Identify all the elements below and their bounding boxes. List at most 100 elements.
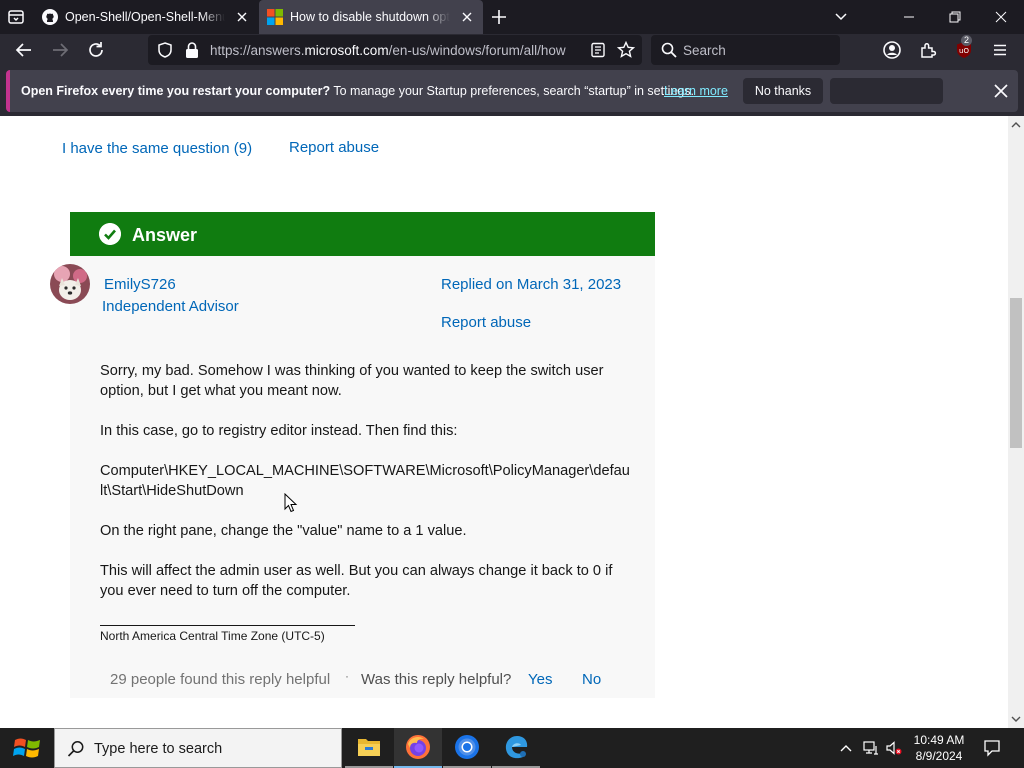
reload-icon[interactable] xyxy=(86,40,106,60)
notification-message: Open Firefox every time you restart your… xyxy=(21,84,694,98)
tab-how-to-disable[interactable]: How to disable shutdown option xyxy=(259,0,483,34)
search-icon xyxy=(661,42,677,58)
lock-icon[interactable] xyxy=(184,41,200,59)
was-helpful-label: Was this reply helpful? xyxy=(361,671,512,688)
network-icon[interactable] xyxy=(863,740,879,756)
list-all-tabs-button[interactable] xyxy=(818,0,864,34)
separator: · xyxy=(345,669,349,683)
tab-open-shell[interactable]: Open-Shell/Open-Shell-Menu: Cl xyxy=(34,0,258,34)
answer-paragraph: Sorry, my bad. Somehow I was thinking of… xyxy=(100,363,604,399)
github-icon xyxy=(42,9,58,25)
tab-list-icon[interactable] xyxy=(6,7,26,27)
restore-icon xyxy=(949,11,961,23)
taskbar-chrome[interactable] xyxy=(443,728,491,768)
microsoft-logo-icon xyxy=(267,9,283,25)
taskbar-search-box[interactable]: Type here to search xyxy=(54,728,342,768)
taskbar: Type here to search 10:49 AM 8/9/2024 xyxy=(0,728,1024,768)
close-notification-icon[interactable] xyxy=(991,81,1011,101)
same-question-button[interactable]: I have the same question (9) xyxy=(62,140,252,157)
chevron-down-icon xyxy=(835,13,847,21)
account-icon[interactable] xyxy=(882,40,902,60)
tab-title: Open-Shell/Open-Shell-Menu: Cl xyxy=(65,10,225,24)
new-tab-icon[interactable] xyxy=(490,8,508,26)
avatar[interactable] xyxy=(50,264,90,304)
reader-view-icon[interactable] xyxy=(590,42,606,58)
back-arrow-icon[interactable] xyxy=(14,40,34,60)
taskbar-search-placeholder: Type here to search xyxy=(94,741,223,757)
taskbar-file-explorer[interactable] xyxy=(345,728,393,768)
close-window-button[interactable] xyxy=(978,0,1024,34)
address-bar[interactable]: https://answers.microsoft.com/en-us/wind… xyxy=(148,35,642,65)
start-button[interactable] xyxy=(0,728,54,768)
forward-arrow-icon[interactable] xyxy=(50,40,70,60)
extensions-icon[interactable] xyxy=(918,40,938,60)
signature-divider xyxy=(100,625,355,626)
close-tab-icon[interactable] xyxy=(459,9,475,25)
scroll-down-arrow-icon[interactable] xyxy=(1011,714,1021,724)
scroll-up-arrow-icon[interactable] xyxy=(1011,120,1021,130)
startup-notification-bar: Open Firefox every time you restart your… xyxy=(0,66,1024,116)
search-bar[interactable]: Search xyxy=(651,35,840,65)
no-button[interactable]: No xyxy=(582,671,601,688)
answer-paragraph: On the right pane, change the "value" na… xyxy=(100,523,467,539)
reply-date: Replied on March 31, 2023 xyxy=(441,276,622,293)
shield-icon[interactable] xyxy=(156,41,174,59)
extension-badge: 2 xyxy=(961,35,973,46)
minimize-button[interactable] xyxy=(886,0,932,34)
close-icon xyxy=(995,11,1007,23)
answer-label: Answer xyxy=(132,225,198,245)
hamburger-menu-icon[interactable] xyxy=(990,40,1010,60)
notifications-icon[interactable] xyxy=(983,739,1001,757)
file-explorer-icon xyxy=(358,739,380,756)
no-thanks-button[interactable]: No thanks xyxy=(743,78,823,104)
yes-button[interactable]: Yes xyxy=(528,671,552,688)
helpful-count: 29 people found this reply helpful xyxy=(110,671,331,688)
user-avatar-image xyxy=(50,264,90,304)
clock-date: 8/9/2024 xyxy=(915,749,963,763)
report-abuse-link[interactable]: Report abuse xyxy=(441,314,531,331)
scrollbar-thumb[interactable] xyxy=(1010,298,1022,448)
notification-bold-text: Open Firefox every time you restart your… xyxy=(21,84,331,98)
firefox-icon xyxy=(406,735,430,759)
vertical-scrollbar[interactable] xyxy=(1008,116,1024,728)
tab-title: How to disable shutdown option xyxy=(290,10,450,24)
restore-button[interactable] xyxy=(932,0,978,34)
notification-text: To manage your Startup preferences, sear… xyxy=(330,84,694,98)
checkmark-icon xyxy=(99,223,121,245)
notification-box: Open Firefox every time you restart your… xyxy=(6,70,1018,112)
navigation-toolbar: https://answers.microsoft.com/en-us/wind… xyxy=(0,34,1024,66)
windows-logo-icon xyxy=(13,738,40,758)
user-role: Independent Advisor xyxy=(102,298,239,315)
answer-paragraph: This will affect the admin user as well.… xyxy=(100,563,613,599)
answer-header: Answer xyxy=(70,212,655,256)
search-placeholder: Search xyxy=(683,43,726,58)
answer-body: Sorry, my bad. Somehow I was thinking of… xyxy=(100,361,630,621)
answer-paragraph: In this case, go to registry editor inst… xyxy=(100,423,458,439)
report-abuse-link[interactable]: Report abuse xyxy=(289,139,379,156)
clock-time: 10:49 AM xyxy=(913,733,965,747)
bookmark-star-icon[interactable] xyxy=(617,41,635,59)
chevron-up-icon[interactable] xyxy=(838,740,854,756)
chrome-icon xyxy=(455,735,479,759)
user-name-link[interactable]: EmilyS726 xyxy=(104,276,176,293)
tab-bar: Open-Shell/Open-Shell-Menu: Cl How to di… xyxy=(0,0,1024,34)
minimize-icon xyxy=(904,16,914,18)
answer-paragraph: Computer\HKEY_LOCAL_MACHINE\SOFTWARE\Mic… xyxy=(100,463,630,499)
learn-more-link[interactable]: Learn more xyxy=(664,84,728,98)
url-path: /en-us/windows/forum/all/how xyxy=(388,43,566,58)
page-content: I have the same question (9) Report abus… xyxy=(0,116,1008,728)
taskbar-firefox[interactable] xyxy=(394,728,442,768)
url-text[interactable]: https://answers.microsoft.com/en-us/wind… xyxy=(210,43,582,58)
svg-text:uO: uO xyxy=(959,47,969,55)
edge-beta-icon xyxy=(505,736,528,759)
taskbar-edge-beta[interactable] xyxy=(492,728,540,768)
signature: North America Central Time Zone (UTC-5) xyxy=(100,629,325,643)
system-clock[interactable]: 10:49 AM 8/9/2024 xyxy=(910,732,968,764)
volume-muted-icon[interactable] xyxy=(886,740,902,756)
url-prefix: https://answers. xyxy=(210,43,305,58)
close-tab-icon[interactable] xyxy=(234,9,250,25)
enable-button[interactable] xyxy=(830,78,943,104)
search-icon xyxy=(67,741,84,757)
url-domain: microsoft.com xyxy=(304,43,389,58)
mouse-cursor-icon xyxy=(284,493,298,513)
